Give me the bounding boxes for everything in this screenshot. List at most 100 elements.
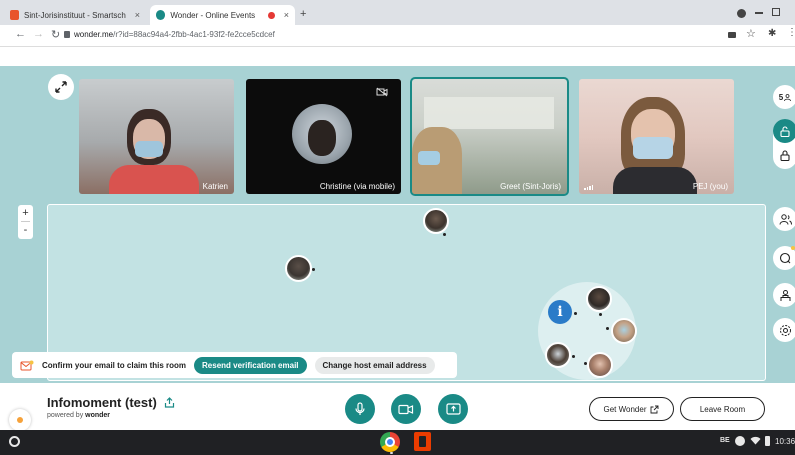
people-icon	[779, 213, 792, 225]
confirm-email-banner: Confirm your email to claim this room Re…	[12, 352, 457, 378]
expand-icon	[55, 81, 67, 93]
lock-button[interactable]	[780, 148, 790, 166]
forward-icon[interactable]: →	[33, 28, 44, 40]
mic-button[interactable]	[345, 394, 375, 424]
participant-avatar[interactable]	[586, 286, 612, 312]
window-background	[424, 97, 554, 129]
cast-icon[interactable]	[728, 32, 736, 38]
menu-icon[interactable]: ⋮	[787, 27, 795, 38]
participant-avatar[interactable]	[423, 208, 449, 234]
participant-name: Christine (via mobile)	[319, 182, 395, 191]
avatar-indicator-dot	[606, 327, 609, 330]
room-title: Infomoment (test)	[47, 395, 175, 410]
tab-wonder[interactable]: Wonder - Online Events ×	[150, 5, 295, 25]
tab-title: Sint-Jorisinstituut - Smartschool	[24, 10, 126, 20]
avatar-indicator-dot	[574, 312, 577, 315]
participant-avatar[interactable]	[587, 352, 613, 378]
video-icon	[398, 404, 414, 414]
expand-button[interactable]	[48, 74, 74, 100]
unlock-button[interactable]	[773, 119, 795, 143]
zoom-controls: + -	[18, 205, 33, 239]
participant-count-button[interactable]: 5	[773, 85, 795, 109]
share-icon[interactable]	[164, 397, 175, 408]
url-path: /r?id=88ac94a4-2fbb-4ac1-93f2-fe2cce5cdc…	[113, 30, 275, 39]
screenshare-button[interactable]	[438, 394, 468, 424]
chrome-icon[interactable]	[380, 432, 400, 452]
participant-avatar[interactable]	[285, 255, 312, 282]
wonder-favicon-icon	[156, 10, 166, 20]
signal-icon	[584, 185, 593, 190]
avatar-indicator-dot	[443, 233, 446, 236]
resend-verification-button[interactable]: Resend verification email	[194, 356, 307, 374]
settings-icon	[779, 324, 791, 336]
email-icon	[20, 360, 34, 370]
confirm-message: Confirm your email to claim this room	[42, 360, 187, 370]
extensions-icon[interactable]: ✱	[768, 28, 776, 39]
mic-icon	[355, 402, 365, 415]
avatar-indicator-dot	[312, 268, 315, 271]
lock-icon	[64, 31, 70, 38]
face-mask	[418, 151, 440, 165]
lock-icon	[780, 150, 790, 162]
unlock-icon	[780, 125, 790, 137]
battery-icon[interactable]	[765, 436, 770, 446]
video-tile-katrien[interactable]: Katrien	[79, 79, 234, 194]
clock[interactable]: 10:36	[775, 437, 795, 446]
avatar-indicator-dot	[572, 355, 575, 358]
status-icon	[17, 417, 23, 423]
tab-smartschool[interactable]: Sint-Jorisinstituut - Smartschool ×	[4, 5, 146, 25]
tab-close-icon[interactable]: ×	[135, 10, 140, 20]
broadcast-button[interactable]	[773, 283, 795, 307]
notification-dot	[791, 246, 795, 250]
video-tile-pej[interactable]: PEJ (you)	[579, 79, 734, 194]
avatar-indicator-dot	[584, 362, 587, 365]
launcher-icon[interactable]	[9, 436, 20, 447]
restore-icon[interactable]	[772, 8, 780, 16]
wifi-icon[interactable]	[750, 436, 761, 445]
people-icon	[784, 93, 792, 101]
video-tile-christine[interactable]: Christine (via mobile)	[246, 79, 401, 194]
face-mask	[633, 137, 673, 159]
video-tile-greet[interactable]: Greet (Sint-Joris)	[410, 77, 569, 196]
participant-name: Greet (Sint-Joris)	[500, 182, 561, 191]
tab-title: Wonder - Online Events	[170, 10, 256, 20]
minimize-icon[interactable]	[755, 12, 763, 14]
info-icon[interactable]: i	[548, 300, 572, 324]
participant-avatar[interactable]	[611, 318, 637, 344]
keyboard-locale[interactable]: BE	[720, 437, 730, 444]
settings-button[interactable]	[773, 318, 795, 342]
get-wonder-button[interactable]: Get Wonder	[589, 397, 674, 421]
participant-name: PEJ (you)	[692, 182, 728, 191]
user-avatar[interactable]	[9, 409, 31, 431]
recording-dot-icon	[268, 11, 275, 19]
bookmark-star-icon[interactable]: ☆	[746, 27, 756, 40]
back-icon[interactable]: ←	[15, 28, 26, 40]
smartschool-favicon-icon	[10, 10, 20, 20]
camera-off-icon	[376, 87, 388, 97]
notification-count-icon[interactable]	[735, 436, 745, 446]
external-link-icon	[651, 405, 659, 413]
profile-icon[interactable]	[737, 9, 746, 18]
zoom-out-button[interactable]: -	[18, 222, 33, 238]
christine-avatar	[292, 104, 352, 164]
url-field[interactable]: wonder.me/r?id=88ac94a4-2fbb-4ac1-93f2-f…	[74, 30, 275, 39]
screenshare-icon	[445, 403, 461, 415]
face-mask	[135, 141, 163, 157]
reload-icon[interactable]: ↻	[51, 28, 60, 41]
office-icon[interactable]	[414, 432, 431, 451]
people-list-button[interactable]	[773, 207, 795, 231]
participant-count: 5	[778, 92, 784, 102]
powered-by: powered by wonder	[47, 412, 111, 419]
leave-room-button[interactable]: Leave Room	[680, 397, 765, 421]
camera-button[interactable]	[391, 394, 421, 424]
tab-close-icon[interactable]: ×	[284, 10, 289, 20]
chat-icon	[779, 252, 791, 264]
new-tab-button[interactable]: +	[300, 8, 306, 20]
participant-name: Katrien	[202, 182, 228, 191]
running-indicator	[390, 452, 393, 454]
change-host-email-button[interactable]: Change host email address	[314, 356, 435, 374]
broadcast-icon	[780, 289, 790, 301]
zoom-in-button[interactable]: +	[18, 205, 33, 221]
avatar-indicator-dot	[599, 313, 602, 316]
participant-avatar[interactable]	[545, 342, 571, 368]
